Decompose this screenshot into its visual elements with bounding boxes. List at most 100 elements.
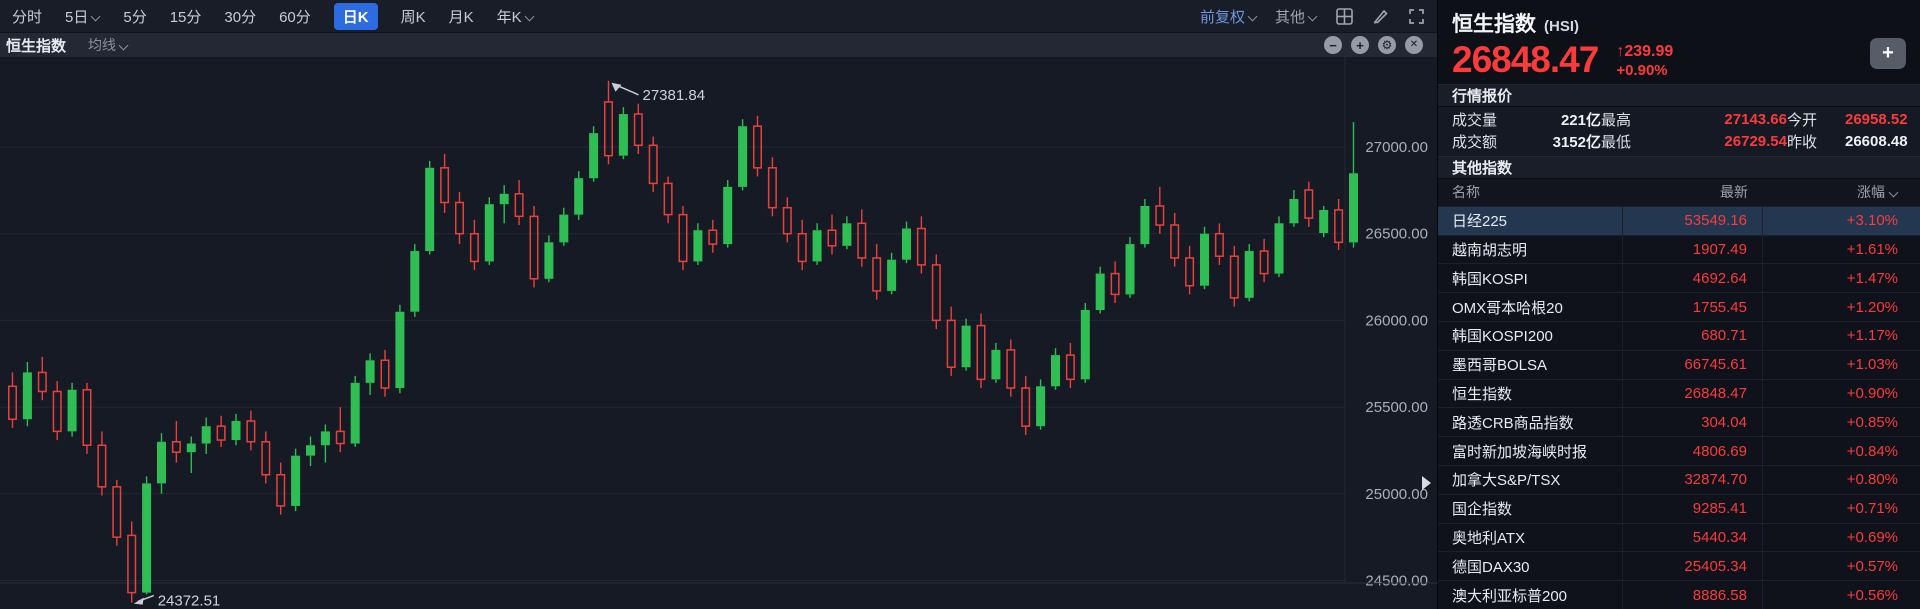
index-change-cell: +1.47% [1763, 270, 1920, 287]
pane-controls: − + ⚙ ✕ [1324, 36, 1431, 54]
period-tab-7[interactable]: 周K [401, 6, 426, 27]
index-row[interactable]: 墨西哥BOLSA66745.61+1.03% [1438, 350, 1920, 379]
draw-brush-icon[interactable] [1371, 7, 1389, 25]
index-row[interactable]: 韩国KOSPI4692.64+1.47% [1438, 263, 1920, 292]
index-last-cell: 66745.61 [1622, 351, 1763, 379]
other-label: 其他 [1275, 6, 1305, 27]
index-row[interactable]: 国企指数9285.41+0.71% [1438, 494, 1920, 523]
chart-symbol-label: 恒生指数 [6, 35, 66, 56]
quote-value: 221亿 [1522, 109, 1601, 130]
period-tab-3[interactable]: 15分 [170, 6, 202, 27]
index-row[interactable]: 富时新加坡海峡时报4806.69+0.84% [1438, 436, 1920, 465]
index-last-cell: 26848.47 [1622, 380, 1763, 408]
index-row[interactable]: 路透CRB商品指数304.04+0.85% [1438, 407, 1920, 436]
index-change-cell: +0.56% [1763, 587, 1920, 604]
period-tab-label: 15分 [170, 6, 202, 27]
quote-grid: 成交量221亿最高27143.66今开26958.52成交额3152亿最低267… [1438, 107, 1920, 156]
index-last-cell: 8886.58 [1622, 581, 1763, 609]
index-change-cell: +1.20% [1763, 299, 1920, 316]
y-axis-tick-label: 24500.00 [1365, 573, 1428, 590]
quote-panel: 恒生指数 (HSI) 26848.47 ↑239.99 +0.90% + 行情报… [1438, 0, 1920, 609]
y-axis-tick-label: 25000.00 [1365, 486, 1428, 503]
quote-label: 最低 [1601, 131, 1673, 152]
period-tab-label: 5分 [123, 6, 146, 27]
period-tab-label: 60分 [279, 6, 311, 27]
high-annotation: 27381.84 [643, 87, 706, 104]
y-axis-tick-label: 25500.00 [1365, 399, 1428, 416]
index-last-cell: 1755.45 [1622, 293, 1763, 321]
indicator-toolbar: 恒生指数 均线 − + ⚙ ✕ [0, 33, 1437, 57]
chevron-down-icon [120, 41, 128, 49]
period-tab-label: 30分 [224, 6, 256, 27]
index-last-cell: 304.04 [1622, 408, 1763, 436]
zoom-out-icon[interactable]: − [1324, 36, 1342, 54]
chevron-down-icon [1890, 188, 1898, 196]
col-header-last: 最新 [1622, 182, 1763, 202]
index-row[interactable]: OMX哥本哈根201755.45+1.20% [1438, 292, 1920, 321]
index-change-cell: +3.10% [1763, 212, 1920, 229]
zoom-in-icon[interactable]: + [1351, 36, 1369, 54]
col-header-name: 名称 [1438, 182, 1622, 202]
index-change-cell: +0.80% [1763, 471, 1920, 488]
quote-label: 今开 [1787, 109, 1845, 130]
period-tab-label: 5日 [65, 6, 88, 27]
table-header-row: 名称 最新 涨幅 [1438, 179, 1920, 206]
table-body: 日经22553549.16+3.10%越南胡志明1907.49+1.61%韩国K… [1438, 206, 1920, 609]
price-change-pct: +0.90% [1616, 61, 1673, 81]
collapse-panel-arrow-icon[interactable] [1422, 476, 1431, 490]
period-tab-6[interactable]: 日K [334, 3, 378, 30]
quote-value: 26729.54 [1673, 133, 1787, 150]
y-axis-tick-label: 26000.00 [1365, 312, 1428, 329]
index-row[interactable]: 德国DAX3025405.34+0.57% [1438, 551, 1920, 580]
index-row[interactable]: 加拿大S&P/TSX32874.70+0.80% [1438, 465, 1920, 494]
section-other-indices-title: 其他指数 [1438, 156, 1920, 179]
index-change-cell: +1.61% [1763, 241, 1920, 258]
add-to-watchlist-button[interactable]: + [1870, 38, 1906, 69]
adjust-type-label: 前复权 [1200, 6, 1245, 27]
index-name-cell: 德国DAX30 [1438, 556, 1622, 577]
quote-label: 成交额 [1452, 131, 1522, 152]
index-name-cell: 墨西哥BOLSA [1438, 354, 1622, 375]
ma-label: 均线 [88, 35, 116, 55]
index-row[interactable]: 越南胡志明1907.49+1.61% [1438, 235, 1920, 264]
quote-row: 成交额3152亿最低26729.54昨收26608.48 [1452, 131, 1906, 153]
quote-value: 26608.48 [1845, 133, 1908, 150]
chevron-down-icon [526, 12, 534, 20]
layout-grid-icon[interactable] [1335, 7, 1353, 25]
fullscreen-icon[interactable] [1407, 7, 1425, 25]
period-tab-label: 日K [343, 6, 369, 27]
period-tab-5[interactable]: 60分 [279, 6, 311, 27]
index-name-cell: OMX哥本哈根20 [1438, 297, 1622, 318]
y-axis-tick-label: 27000.00 [1365, 139, 1428, 156]
period-tab-0[interactable]: 分时 [12, 6, 42, 27]
index-last-cell: 32874.70 [1622, 466, 1763, 494]
index-change-cell: +0.71% [1763, 500, 1920, 517]
index-name: 恒生指数 [1452, 8, 1536, 38]
index-row[interactable]: 澳大利亚标普2008886.58+0.56% [1438, 580, 1920, 609]
close-pane-icon[interactable]: ✕ [1405, 36, 1423, 54]
y-axis-tick-label: 26500.00 [1365, 226, 1428, 243]
index-name-cell: 越南胡志明 [1438, 239, 1622, 260]
period-tabs: 分时 5日 5分 15分 30分 60分 日K 周K 月K 年K [12, 3, 534, 30]
index-row[interactable]: 恒生指数26848.47+0.90% [1438, 379, 1920, 408]
index-row[interactable]: 奥地利ATX5440.34+0.69% [1438, 523, 1920, 552]
period-tab-8[interactable]: 月K [449, 6, 474, 27]
index-change-cell: +0.85% [1763, 414, 1920, 431]
period-tab-4[interactable]: 30分 [224, 6, 256, 27]
period-tab-1[interactable]: 5日 [65, 6, 100, 27]
index-last-cell: 25405.34 [1622, 552, 1763, 580]
index-row[interactable]: 韩国KOSPI200680.71+1.17% [1438, 321, 1920, 350]
chevron-down-icon [1249, 12, 1257, 20]
ma-dropdown[interactable]: 均线 [88, 35, 128, 55]
index-last-cell: 680.71 [1622, 322, 1763, 350]
col-header-change-sort[interactable]: 涨幅 [1763, 182, 1920, 202]
adjust-type-dropdown[interactable]: 前复权 [1200, 6, 1257, 27]
period-tab-9[interactable]: 年K [497, 6, 534, 27]
index-row[interactable]: 日经22553549.16+3.10% [1438, 206, 1920, 235]
other-dropdown[interactable]: 其他 [1275, 6, 1317, 27]
index-change-cell: +0.69% [1763, 529, 1920, 546]
candlestick-chart[interactable]: 27000.00 26500.00 26000.00 25500.00 25000.00… [0, 57, 1437, 609]
period-toolbar: 分时 5日 5分 15分 30分 60分 日K 周K 月K 年K 前复权 其他 [0, 0, 1437, 33]
period-tab-2[interactable]: 5分 [123, 6, 146, 27]
settings-gear-icon[interactable]: ⚙ [1378, 36, 1396, 54]
